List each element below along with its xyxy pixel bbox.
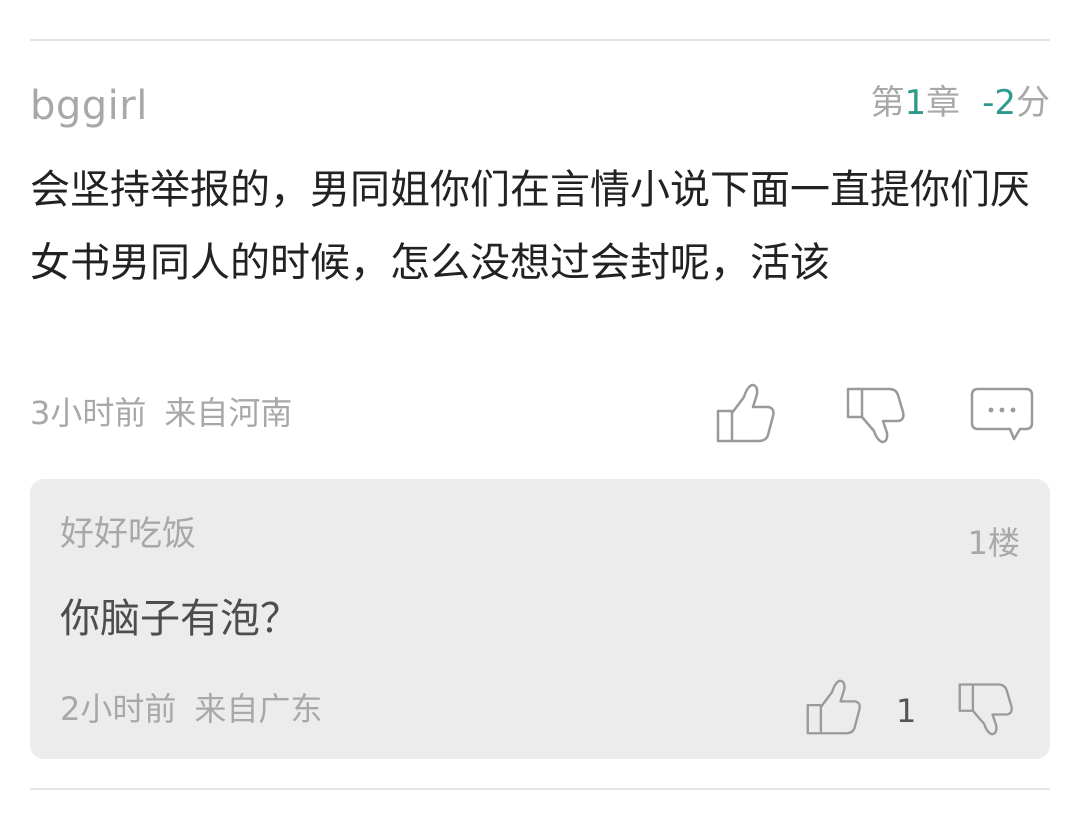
reply-location: 来自广东 (194, 690, 323, 728)
chapter-number: 1 (904, 83, 927, 123)
comment-username[interactable]: bggirl (30, 81, 148, 131)
thumbs-up-icon[interactable] (714, 381, 778, 445)
score-value: -2 (982, 83, 1016, 123)
chapter-score-info: 第1章 -2分 (870, 81, 1050, 125)
comment-item: bggirl 第1章 -2分 会坚持举报的，男同姐你们在言情小说下面一直提你们厌女… (30, 41, 1050, 787)
reply-username[interactable]: 好好吃饭 (60, 511, 196, 557)
reply-meta: 2小时前 来自广东 (60, 687, 322, 731)
previous-comment-actions-partial (700, 0, 1060, 6)
reply-thumbs-down-icon[interactable] (956, 677, 1016, 737)
chapter-prefix: 第 (870, 83, 905, 123)
chapter-suffix: 章 (926, 83, 961, 123)
reply-box: 好好吃饭 1楼 你脑子有泡？ 2小时前 来自广东 1 (30, 479, 1050, 759)
reply-floor: 1楼 (967, 524, 1020, 562)
comment-content: 会坚持举报的，男同姐你们在言情小说下面一直提你们厌女书男同人的时候，怎么没想过会… (30, 167, 1030, 286)
reply-time: 2小时前 (60, 690, 177, 728)
score-unit: 分 (1016, 83, 1050, 123)
comment-location: 来自河南 (164, 394, 293, 432)
reply-content: 你脑子有泡？ (60, 596, 300, 642)
comment-time: 3小时前 (30, 394, 147, 432)
comment-meta: 3小时前 来自河南 (30, 391, 292, 435)
reply-like-count: 1 (896, 692, 917, 730)
bottom-divider (30, 788, 1050, 790)
comment-bubble-icon[interactable] (970, 381, 1034, 445)
reply-thumbs-up-icon[interactable] (804, 677, 864, 737)
thumbs-down-icon[interactable] (844, 381, 908, 445)
